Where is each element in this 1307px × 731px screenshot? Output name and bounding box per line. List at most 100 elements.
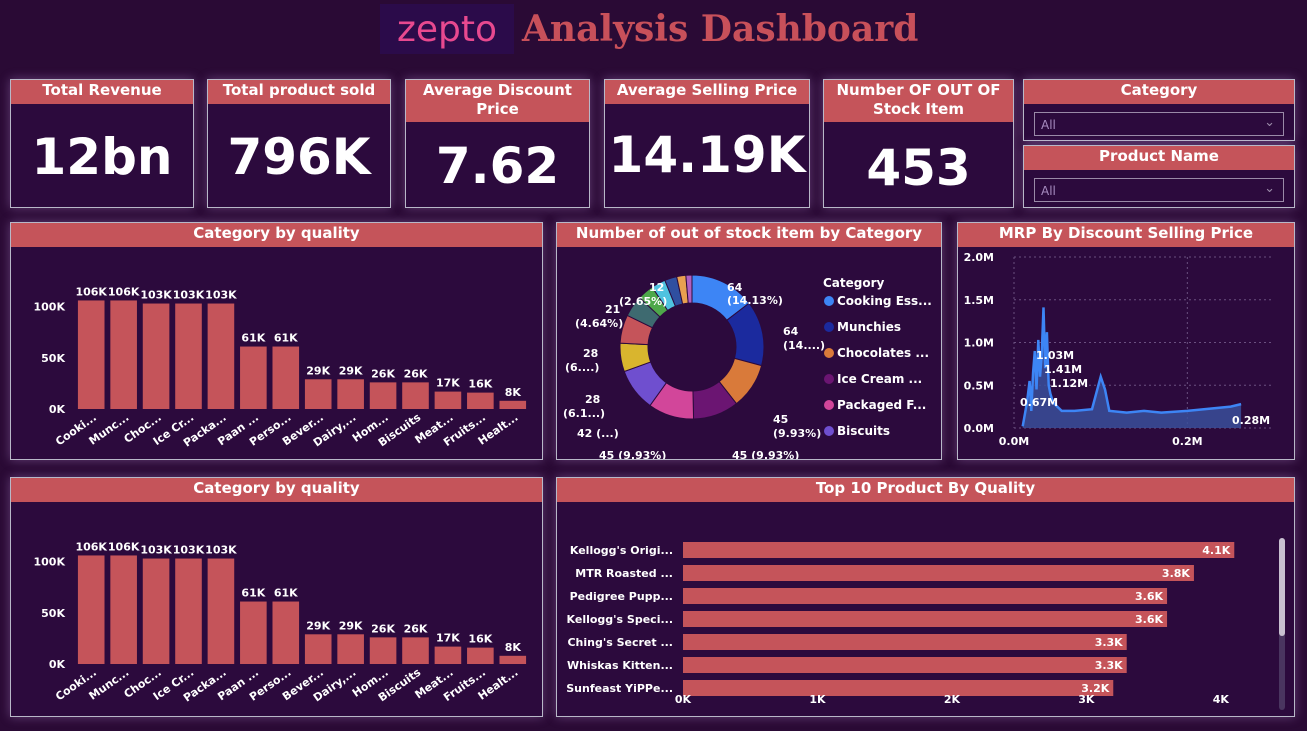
data-label: 29K [339, 364, 363, 377]
slice-label: (14....) [783, 339, 825, 352]
kpi-label: Total product sold [208, 80, 390, 104]
data-label: 8K [505, 641, 522, 654]
bar [77, 555, 105, 664]
legend-swatch [824, 374, 834, 384]
bar [207, 303, 235, 409]
category-by-quality-chart-bottom: Category by quality 0K 50K 100K 106K Cooki..… [10, 477, 543, 717]
data-label: 1.41M [1044, 363, 1082, 376]
slice-label: (4.64%) [575, 317, 623, 330]
data-label: 103K [173, 544, 205, 557]
data-label: 61K [241, 332, 265, 345]
kpi-card-out-of-stock: Number OF OUT OF Stock Item 453 [823, 79, 1014, 208]
slice-label: 45 [773, 413, 788, 426]
y-tick-label: Whiskas Kitten... [567, 659, 673, 672]
data-label: 3.3K [1095, 636, 1123, 649]
data-label: 103K [140, 544, 172, 557]
slice-label: (2.65%) [619, 295, 667, 308]
data-label: 8K [505, 386, 522, 399]
chart-title: Top 10 Product By Quality [557, 478, 1294, 502]
data-label: 16K [468, 378, 492, 391]
chart-title: Number of out of stock item by Category [557, 223, 941, 247]
kpi-value: 14.19K [608, 126, 806, 184]
slice-label: 45 (9.93%) [732, 449, 799, 459]
bar-chart: 0K50K100K106KCooki...106KMunc...103KChoc… [34, 285, 527, 450]
bar [499, 400, 527, 409]
legend-title: Category [823, 276, 885, 290]
legend-item: Chocolates ... [837, 346, 929, 360]
category-dropdown[interactable]: All ⌄ [1034, 112, 1284, 136]
data-label: 3.6K [1135, 590, 1163, 603]
bar [337, 379, 364, 409]
bar [240, 346, 267, 409]
product-name-slicer[interactable]: Product Name All ⌄ [1023, 145, 1295, 208]
bar [683, 588, 1168, 604]
bar [683, 680, 1114, 696]
x-tick-label: 2K [944, 693, 961, 706]
data-label: 106K [75, 540, 107, 553]
x-tick-label: 0.2M [1172, 435, 1202, 448]
data-label: 29K [306, 619, 330, 632]
bar [110, 555, 137, 664]
y-tick-label: 0K [49, 403, 66, 416]
legend-item: Ice Cream ... [837, 372, 922, 386]
data-label: 26K [404, 367, 428, 380]
data-label: 1.12M [1050, 377, 1088, 390]
y-tick-label: 50K [41, 607, 65, 620]
category-slicer[interactable]: Category All ⌄ [1023, 79, 1295, 141]
bar [272, 346, 300, 409]
bar [369, 637, 397, 664]
data-label: 29K [306, 364, 330, 377]
kpi-card-total-revenue: Total Revenue 12bn [10, 79, 194, 208]
data-label: 4.1K [1202, 544, 1230, 557]
bar [434, 646, 462, 664]
data-label: 106K [108, 285, 140, 298]
kpi-card-total-product-sold: Total product sold 796K [207, 79, 391, 208]
slice-label: 28 [585, 393, 600, 406]
legend-swatch [824, 296, 834, 306]
slice-label: 64 [783, 325, 799, 338]
data-label: 103K [205, 289, 237, 302]
kpi-label: Average Discount Price [406, 80, 589, 122]
area-chart: 0.0M 0.5M 1.0M 1.5M 2.0M 0.0M 0.2M 1.03M1.41M1.… [964, 251, 1274, 448]
kpi-value: 796K [227, 128, 371, 186]
data-label: 3.6K [1135, 613, 1163, 626]
kpi-card-average-selling-price: Average Selling Price 14.19K [604, 79, 810, 208]
bar [467, 647, 494, 664]
data-label: 61K [274, 587, 298, 600]
x-tick-label: 0.0M [999, 435, 1029, 448]
y-tick-label: 1.0M [964, 337, 994, 350]
data-label: 61K [241, 587, 265, 600]
scrollbar-thumb[interactable] [1279, 538, 1285, 636]
bar-chart: 0K50K100K106KCooki...106KMunc...103KChoc… [34, 540, 527, 705]
bar [110, 300, 137, 409]
chart-title: Category by quality [11, 223, 542, 247]
zepto-logo: zepto [380, 4, 514, 54]
bar [77, 300, 105, 409]
chart-title: Category by quality [11, 478, 542, 502]
data-label: 0.67M [1020, 396, 1058, 409]
legend-item: Munchies [837, 320, 901, 334]
product-name-dropdown[interactable]: All ⌄ [1034, 178, 1284, 202]
data-label: 16K [468, 633, 492, 646]
slice-label: 28 [583, 347, 598, 360]
dropdown-value: All [1041, 118, 1056, 132]
bar [240, 601, 267, 664]
legend-swatch [824, 348, 834, 358]
y-tick-label: 100K [34, 556, 66, 569]
slice-label: (6....) [565, 361, 599, 374]
data-label: 1.03M [1036, 349, 1074, 362]
bar [683, 542, 1235, 558]
chevron-down-icon: ⌄ [1264, 115, 1275, 130]
data-label: 26K [371, 367, 395, 380]
dropdown-value: All [1041, 184, 1056, 198]
kpi-card-average-discount-price: Average Discount Price 7.62 [405, 79, 590, 208]
y-tick-label: Kellogg's Speci... [567, 613, 673, 626]
slice-label: (6.1...) [563, 407, 605, 420]
y-tick-label: Sunfeast YiPPe... [566, 682, 673, 695]
slice-label: 12 [649, 281, 664, 294]
bar [683, 657, 1127, 673]
y-tick-label: Pedigree Pupp... [570, 590, 673, 603]
bar [683, 611, 1168, 627]
data-label: 26K [371, 622, 395, 635]
top-10-products-chart: Top 10 Product By Quality Kellogg's Orig… [556, 477, 1295, 717]
